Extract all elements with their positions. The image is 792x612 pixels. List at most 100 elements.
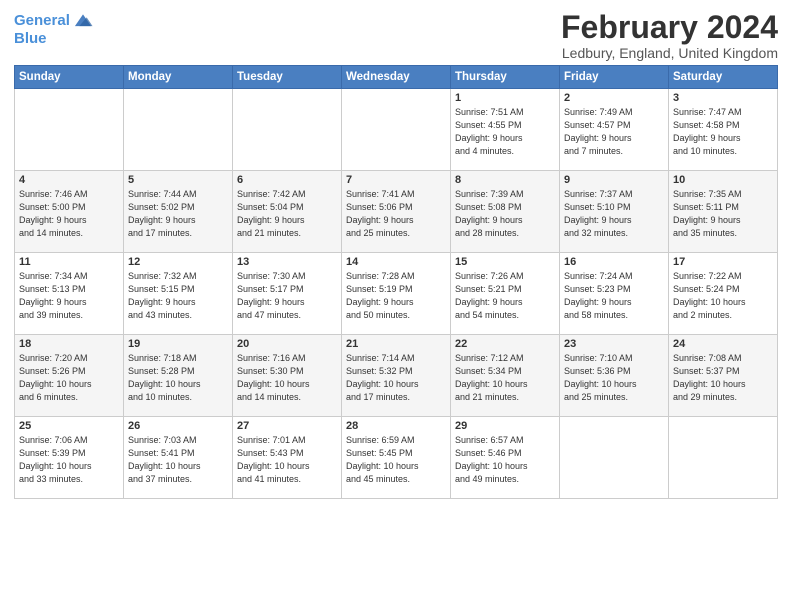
logo-icon	[72, 10, 94, 32]
day-info: Sunrise: 7:35 AM Sunset: 5:11 PM Dayligh…	[673, 188, 773, 240]
title-block: February 2024 Ledbury, England, United K…	[561, 10, 778, 61]
day-info: Sunrise: 7:01 AM Sunset: 5:43 PM Dayligh…	[237, 434, 337, 486]
calendar-cell: 12Sunrise: 7:32 AM Sunset: 5:15 PM Dayli…	[124, 253, 233, 335]
calendar-cell: 29 Sunrise: 6:57 AM Sunset: 5:46 PM Dayli…	[451, 417, 560, 499]
day-number: 8	[455, 174, 555, 186]
day-info: Sunrise: 7:24 AM Sunset: 5:23 PM Dayligh…	[564, 270, 664, 322]
day-info: Sunrise: 7:08 AM Sunset: 5:37 PM Dayligh…	[673, 352, 773, 404]
month-title: February 2024	[561, 10, 778, 45]
weekday-header: Tuesday	[233, 66, 342, 89]
calendar-week-row: 4 Sunrise: 7:46 AM Sunset: 5:00 PM Daylig…	[15, 171, 778, 253]
calendar-cell: 5 Sunrise: 7:44 AM Sunset: 5:02 PM Daylig…	[124, 171, 233, 253]
weekday-row: SundayMondayTuesdayWednesdayThursdayFrid…	[15, 66, 778, 89]
day-number: 23	[564, 338, 664, 350]
day-number: 25	[19, 420, 119, 432]
calendar-cell: 23Sunrise: 7:10 AM Sunset: 5:36 PM Dayli…	[560, 335, 669, 417]
header: General Blue February 2024 Ledbury, Engl…	[14, 10, 778, 61]
calendar-table: SundayMondayTuesdayWednesdayThursdayFrid…	[14, 65, 778, 499]
day-info: Sunrise: 7:18 AM Sunset: 5:28 PM Dayligh…	[128, 352, 228, 404]
calendar-cell: 1 Sunrise: 7:51 AM Sunset: 4:55 PM Daylig…	[451, 89, 560, 171]
calendar-cell: 10Sunrise: 7:35 AM Sunset: 5:11 PM Dayli…	[669, 171, 778, 253]
calendar-cell: 14 Sunrise: 7:28 AM Sunset: 5:19 PM Dayli…	[342, 253, 451, 335]
day-number: 14	[346, 256, 446, 268]
calendar-cell	[560, 417, 669, 499]
calendar-cell: 3 Sunrise: 7:47 AM Sunset: 4:58 PM Daylig…	[669, 89, 778, 171]
calendar-cell: 13Sunrise: 7:30 AM Sunset: 5:17 PM Dayli…	[233, 253, 342, 335]
calendar-cell	[342, 89, 451, 171]
calendar-body: 1 Sunrise: 7:51 AM Sunset: 4:55 PM Daylig…	[15, 89, 778, 499]
day-info: Sunrise: 7:26 AM Sunset: 5:21 PM Dayligh…	[455, 270, 555, 322]
day-info: Sunrise: 7:41 AM Sunset: 5:06 PM Dayligh…	[346, 188, 446, 240]
day-info: Sunrise: 7:06 AM Sunset: 5:39 PM Dayligh…	[19, 434, 119, 486]
day-number: 3	[673, 92, 773, 104]
day-info: Sunrise: 7:42 AM Sunset: 5:04 PM Dayligh…	[237, 188, 337, 240]
day-number: 7	[346, 174, 446, 186]
day-info: Sunrise: 7:16 AM Sunset: 5:30 PM Dayligh…	[237, 352, 337, 404]
calendar-cell: 26 Sunrise: 7:03 AM Sunset: 5:41 PM Dayli…	[124, 417, 233, 499]
day-number: 6	[237, 174, 337, 186]
calendar-cell: 15 Sunrise: 7:26 AM Sunset: 5:21 PM Dayli…	[451, 253, 560, 335]
day-number: 19	[128, 338, 228, 350]
day-number: 18	[19, 338, 119, 350]
page-container: General Blue February 2024 Ledbury, Engl…	[0, 0, 792, 507]
logo-text2: Blue	[14, 30, 47, 48]
calendar-cell: 16Sunrise: 7:24 AM Sunset: 5:23 PM Dayli…	[560, 253, 669, 335]
calendar-cell: 18Sunrise: 7:20 AM Sunset: 5:26 PM Dayli…	[15, 335, 124, 417]
day-info: Sunrise: 7:14 AM Sunset: 5:32 PM Dayligh…	[346, 352, 446, 404]
day-info: Sunrise: 7:49 AM Sunset: 4:57 PM Dayligh…	[564, 106, 664, 158]
day-info: Sunrise: 7:03 AM Sunset: 5:41 PM Dayligh…	[128, 434, 228, 486]
day-info: Sunrise: 7:46 AM Sunset: 5:00 PM Dayligh…	[19, 188, 119, 240]
day-number: 26	[128, 420, 228, 432]
day-number: 9	[564, 174, 664, 186]
calendar-cell: 6 Sunrise: 7:42 AM Sunset: 5:04 PM Daylig…	[233, 171, 342, 253]
calendar-cell: 17 Sunrise: 7:22 AM Sunset: 5:24 PM Dayli…	[669, 253, 778, 335]
calendar-cell: 9 Sunrise: 7:37 AM Sunset: 5:10 PM Daylig…	[560, 171, 669, 253]
day-number: 20	[237, 338, 337, 350]
day-number: 27	[237, 420, 337, 432]
calendar-cell: 8Sunrise: 7:39 AM Sunset: 5:08 PM Daylig…	[451, 171, 560, 253]
day-info: Sunrise: 7:12 AM Sunset: 5:34 PM Dayligh…	[455, 352, 555, 404]
day-number: 21	[346, 338, 446, 350]
day-info: Sunrise: 7:30 AM Sunset: 5:17 PM Dayligh…	[237, 270, 337, 322]
weekday-header: Sunday	[15, 66, 124, 89]
logo: General Blue	[14, 10, 94, 48]
day-info: Sunrise: 7:28 AM Sunset: 5:19 PM Dayligh…	[346, 270, 446, 322]
day-number: 28	[346, 420, 446, 432]
day-number: 17	[673, 256, 773, 268]
day-info: Sunrise: 7:22 AM Sunset: 5:24 PM Dayligh…	[673, 270, 773, 322]
day-number: 29	[455, 420, 555, 432]
calendar-week-row: 25 Sunrise: 7:06 AM Sunset: 5:39 PM Dayli…	[15, 417, 778, 499]
day-number: 2	[564, 92, 664, 104]
weekday-header: Monday	[124, 66, 233, 89]
weekday-header: Friday	[560, 66, 669, 89]
calendar-cell: 20 Sunrise: 7:16 AM Sunset: 5:30 PM Dayli…	[233, 335, 342, 417]
calendar-cell	[669, 417, 778, 499]
day-number: 15	[455, 256, 555, 268]
calendar-cell	[15, 89, 124, 171]
day-number: 4	[19, 174, 119, 186]
day-number: 5	[128, 174, 228, 186]
day-number: 11	[19, 256, 119, 268]
day-number: 12	[128, 256, 228, 268]
day-info: Sunrise: 7:37 AM Sunset: 5:10 PM Dayligh…	[564, 188, 664, 240]
calendar-cell: 11Sunrise: 7:34 AM Sunset: 5:13 PM Dayli…	[15, 253, 124, 335]
day-number: 1	[455, 92, 555, 104]
day-info: Sunrise: 7:44 AM Sunset: 5:02 PM Dayligh…	[128, 188, 228, 240]
calendar-cell: 22 Sunrise: 7:12 AM Sunset: 5:34 PM Dayli…	[451, 335, 560, 417]
calendar-cell: 4 Sunrise: 7:46 AM Sunset: 5:00 PM Daylig…	[15, 171, 124, 253]
calendar-cell: 19 Sunrise: 7:18 AM Sunset: 5:28 PM Dayli…	[124, 335, 233, 417]
day-info: Sunrise: 6:57 AM Sunset: 5:46 PM Dayligh…	[455, 434, 555, 486]
weekday-header: Saturday	[669, 66, 778, 89]
calendar-cell: 25 Sunrise: 7:06 AM Sunset: 5:39 PM Dayli…	[15, 417, 124, 499]
calendar-header: SundayMondayTuesdayWednesdayThursdayFrid…	[15, 66, 778, 89]
logo-text: General	[14, 12, 70, 30]
calendar-cell: 24Sunrise: 7:08 AM Sunset: 5:37 PM Dayli…	[669, 335, 778, 417]
calendar-cell: 7 Sunrise: 7:41 AM Sunset: 5:06 PM Daylig…	[342, 171, 451, 253]
day-info: Sunrise: 7:51 AM Sunset: 4:55 PM Dayligh…	[455, 106, 555, 158]
day-info: Sunrise: 6:59 AM Sunset: 5:45 PM Dayligh…	[346, 434, 446, 486]
calendar-cell: 2 Sunrise: 7:49 AM Sunset: 4:57 PM Daylig…	[560, 89, 669, 171]
day-number: 22	[455, 338, 555, 350]
calendar-cell: 27 Sunrise: 7:01 AM Sunset: 5:43 PM Dayli…	[233, 417, 342, 499]
calendar-week-row: 1 Sunrise: 7:51 AM Sunset: 4:55 PM Daylig…	[15, 89, 778, 171]
day-info: Sunrise: 7:47 AM Sunset: 4:58 PM Dayligh…	[673, 106, 773, 158]
